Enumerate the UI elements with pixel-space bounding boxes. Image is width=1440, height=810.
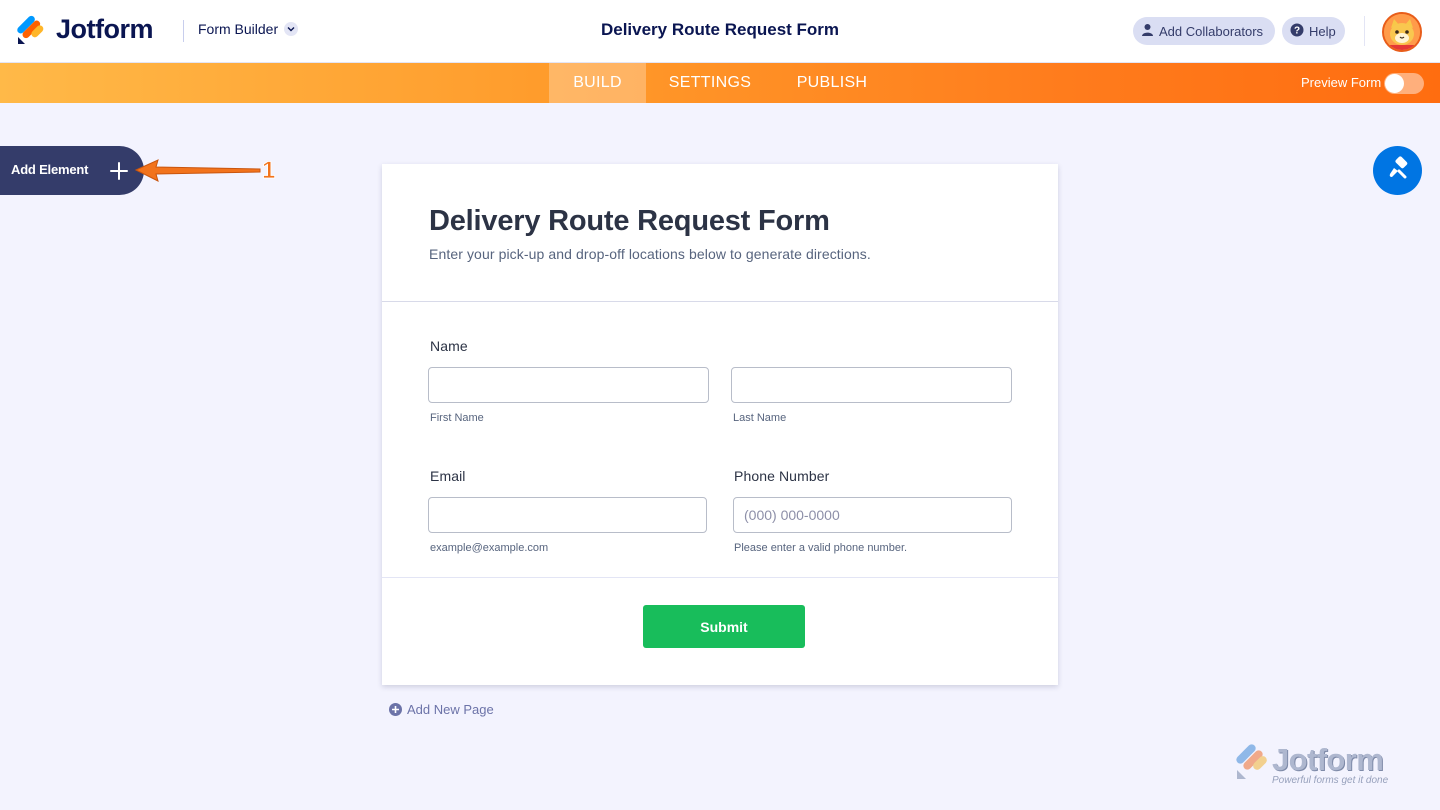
- form-heading[interactable]: Delivery Route Request Form: [429, 205, 830, 238]
- email-field[interactable]: [428, 497, 707, 533]
- add-new-page-button[interactable]: Add New Page: [389, 702, 494, 717]
- avatar-icon[interactable]: [1382, 12, 1422, 52]
- top-header: Jotform Form Builder Delivery Route Requ…: [0, 0, 1440, 63]
- submit-button[interactable]: Submit: [643, 605, 805, 648]
- form-card: Delivery Route Request Form Enter your p…: [382, 164, 1058, 685]
- add-collaborators-button[interactable]: Add Collaborators: [1133, 17, 1275, 45]
- last-name-input[interactable]: [731, 367, 1012, 403]
- builder-nav-bar: BUILD SETTINGS PUBLISH Preview Form: [0, 63, 1440, 103]
- toggle-knob: [1385, 74, 1404, 93]
- header-divider: [183, 20, 184, 42]
- plus-icon: [108, 160, 130, 182]
- name-label[interactable]: Name: [430, 338, 468, 354]
- email-sublabel: example@example.com: [430, 542, 549, 554]
- chevron-down-icon: [284, 22, 299, 36]
- tab-settings[interactable]: SETTINGS: [646, 63, 774, 103]
- user-icon: [1141, 23, 1154, 39]
- watermark: Jotform Powerful forms get it done: [1236, 742, 1406, 790]
- help-label: Help: [1309, 23, 1336, 39]
- form-builder-dropdown[interactable]: Form Builder: [198, 21, 299, 37]
- watermark-tagline: Powerful forms get it done: [1272, 775, 1389, 786]
- form-subheading[interactable]: Enter your pick-up and drop-off location…: [429, 246, 871, 262]
- add-collaborators-label: Add Collaborators: [1159, 23, 1264, 39]
- paint-roller-icon: [1386, 156, 1410, 185]
- jotform-logo[interactable]: Jotform: [17, 14, 154, 45]
- watermark-brand: Jotform: [1272, 742, 1384, 777]
- jotform-logo-icon: [1236, 744, 1267, 779]
- form-builder-label: Form Builder: [198, 21, 279, 37]
- annotation-callout: 1: [130, 152, 290, 188]
- divider: [382, 301, 1058, 302]
- help-icon: ?: [1290, 23, 1304, 40]
- email-label[interactable]: Email: [430, 468, 466, 484]
- jotform-logo-icon: [17, 15, 45, 45]
- preview-form-toggle[interactable]: [1384, 73, 1424, 94]
- tab-publish[interactable]: PUBLISH: [774, 63, 890, 103]
- annotation-number: 1: [262, 157, 275, 184]
- brand-name: Jotform: [56, 14, 154, 44]
- phone-label[interactable]: Phone Number: [734, 468, 829, 484]
- add-element-button[interactable]: Add Element: [0, 146, 144, 195]
- add-new-page-label: Add New Page: [407, 702, 494, 717]
- add-element-label: Add Element: [11, 162, 89, 177]
- plus-circle-icon: [389, 703, 402, 716]
- phone-sublabel: Please enter a valid phone number.: [734, 542, 908, 554]
- last-name-sublabel: Last Name: [733, 412, 787, 424]
- first-name-sublabel: First Name: [430, 412, 484, 424]
- svg-text:?: ?: [1294, 25, 1300, 36]
- first-name-input[interactable]: [428, 367, 709, 403]
- divider: [382, 577, 1058, 578]
- annotation-arrow-icon: 1: [134, 157, 276, 184]
- phone-field[interactable]: [733, 497, 1012, 533]
- help-button[interactable]: ? Help: [1282, 17, 1345, 45]
- form-designer-button[interactable]: [1373, 146, 1422, 195]
- preview-form-label: Preview Form: [1301, 75, 1382, 90]
- header-divider: [1364, 16, 1365, 46]
- tab-build[interactable]: BUILD: [549, 63, 646, 103]
